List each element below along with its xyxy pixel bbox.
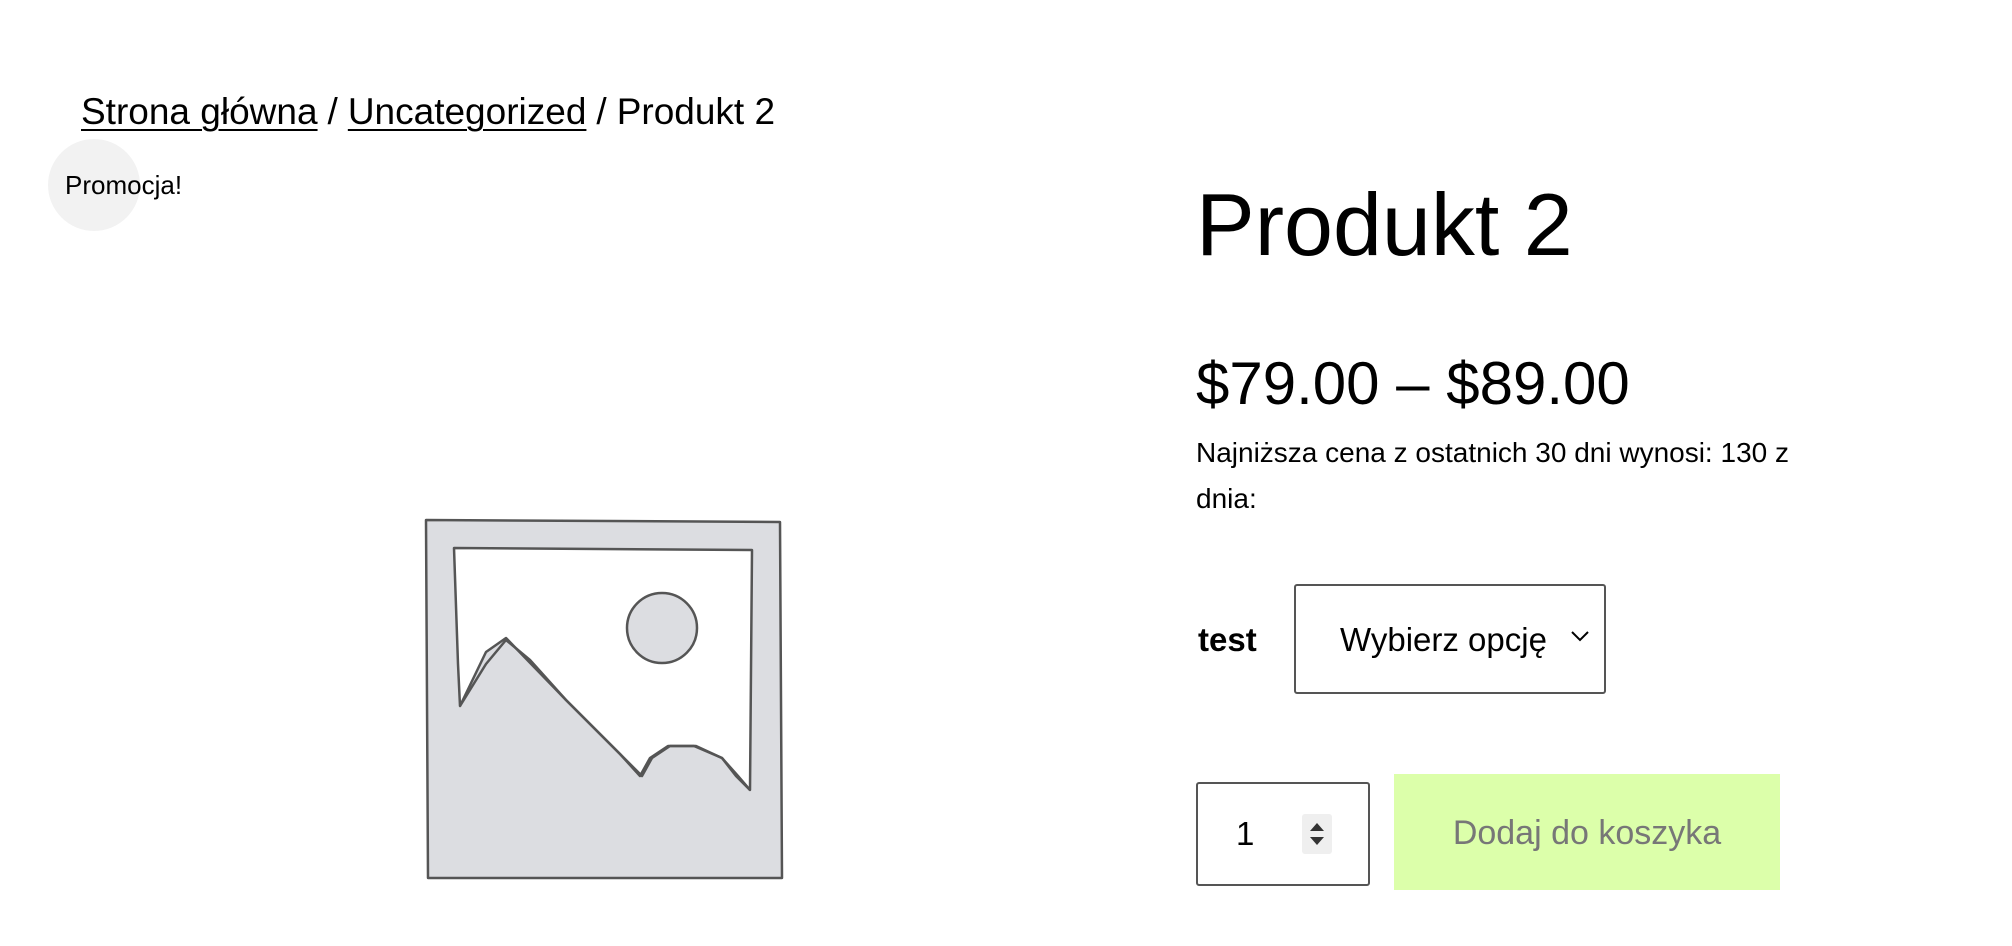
breadcrumb-separator: / <box>327 91 338 132</box>
add-to-cart-button[interactable]: Dodaj do koszyka <box>1394 774 1780 890</box>
sale-badge: Promocja! <box>48 139 182 231</box>
stepper-arrows-icon <box>1310 823 1324 845</box>
quantity-value: 1 <box>1236 815 1255 852</box>
breadcrumb-home-link[interactable]: Strona główna <box>81 91 318 132</box>
breadcrumb-separator: / <box>596 91 607 132</box>
chevron-down-icon <box>1571 631 1589 642</box>
variation-label: test <box>1198 621 1257 658</box>
price-range: $79.00 – $89.00 <box>1196 350 1630 417</box>
variation-select-value: Wybierz opcję <box>1340 621 1547 658</box>
quantity-stepper[interactable] <box>1302 814 1332 854</box>
breadcrumb-current: Produkt 2 <box>616 91 776 132</box>
variation-select[interactable]: Wybierz opcję <box>1294 584 1606 694</box>
product-title: Produkt 2 <box>1196 175 1573 274</box>
quantity-input[interactable]: 1 <box>1196 782 1370 886</box>
breadcrumb-category-link[interactable]: Uncategorized <box>348 91 587 132</box>
breadcrumb: Strona główna / Uncategorized / Produkt 2 <box>81 88 775 136</box>
lowest-price-note: Najniższa cena z ostatnich 30 dni wynosi… <box>1196 437 1789 514</box>
product-image[interactable] <box>420 514 786 884</box>
placeholder-image-icon <box>424 518 784 880</box>
product-page: Strona główna / Uncategorized / Produkt 2 Pr… <box>0 0 2012 946</box>
sale-badge-label: Promocja! <box>65 170 183 200</box>
